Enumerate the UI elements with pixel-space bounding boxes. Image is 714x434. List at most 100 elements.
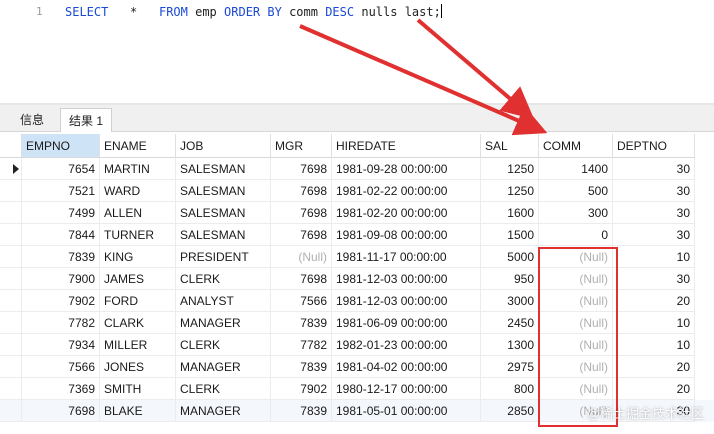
- cell-mgr[interactable]: 7698: [271, 180, 332, 202]
- cell-comm[interactable]: (Null): [539, 356, 613, 378]
- cell-job[interactable]: SALESMAN: [176, 224, 271, 246]
- table-row[interactable]: 7654 MARTIN SALESMAN 7698 1981-09-28 00:00:0…: [0, 158, 714, 180]
- cell-empno[interactable]: 7654: [22, 158, 100, 180]
- cell-mgr[interactable]: 7839: [271, 312, 332, 334]
- cell-comm[interactable]: (Null): [539, 290, 613, 312]
- cell-mgr[interactable]: 7698: [271, 202, 332, 224]
- cell-job[interactable]: MANAGER: [176, 356, 271, 378]
- cell-mgr[interactable]: (Null): [271, 246, 332, 268]
- cell-empno[interactable]: 7900: [22, 268, 100, 290]
- cell-deptno[interactable]: 20: [613, 378, 695, 400]
- cell-sal[interactable]: 2850: [481, 400, 539, 422]
- row-indicator[interactable]: [0, 202, 22, 224]
- cell-sal[interactable]: 1600: [481, 202, 539, 224]
- column-header-job[interactable]: JOB: [176, 134, 271, 158]
- row-indicator[interactable]: [0, 334, 22, 356]
- cell-comm[interactable]: (Null): [539, 246, 613, 268]
- cell-ename[interactable]: MARTIN: [100, 158, 176, 180]
- cell-comm[interactable]: (Null): [539, 378, 613, 400]
- table-row[interactable]: 7900 JAMES CLERK 7698 1981-12-03 00:00:00 950…: [0, 268, 714, 290]
- table-row[interactable]: 7698 BLAKE MANAGER 7839 1981-05-01 00:00:00 2…: [0, 400, 714, 422]
- cell-job[interactable]: CLERK: [176, 378, 271, 400]
- cell-sal[interactable]: 950: [481, 268, 539, 290]
- cell-sal[interactable]: 1300: [481, 334, 539, 356]
- row-indicator[interactable]: [0, 378, 22, 400]
- column-header-mgr[interactable]: MGR: [271, 134, 332, 158]
- cell-hiredate[interactable]: 1981-11-17 00:00:00: [332, 246, 481, 268]
- cell-job[interactable]: ANALYST: [176, 290, 271, 312]
- cell-sal[interactable]: 2450: [481, 312, 539, 334]
- cell-deptno[interactable]: 30: [613, 268, 695, 290]
- cell-deptno[interactable]: 30: [613, 180, 695, 202]
- cell-hiredate[interactable]: 1982-01-23 00:00:00: [332, 334, 481, 356]
- cell-sal[interactable]: 800: [481, 378, 539, 400]
- table-row[interactable]: 7934 MILLER CLERK 7782 1982-01-23 00:00:00 13…: [0, 334, 714, 356]
- cell-comm[interactable]: 500: [539, 180, 613, 202]
- cell-ename[interactable]: MILLER: [100, 334, 176, 356]
- tab-result-1[interactable]: 结果 1: [60, 108, 113, 132]
- cell-empno[interactable]: 7844: [22, 224, 100, 246]
- cell-sal[interactable]: 1250: [481, 158, 539, 180]
- column-header-hiredate[interactable]: HIREDATE: [332, 134, 481, 158]
- cell-ename[interactable]: JAMES: [100, 268, 176, 290]
- cell-hiredate[interactable]: 1981-02-20 00:00:00: [332, 202, 481, 224]
- cell-deptno[interactable]: 10: [613, 246, 695, 268]
- cell-hiredate[interactable]: 1981-06-09 00:00:00: [332, 312, 481, 334]
- cell-empno[interactable]: 7934: [22, 334, 100, 356]
- column-header-empno[interactable]: EMPNO: [22, 134, 100, 158]
- cell-job[interactable]: PRESIDENT: [176, 246, 271, 268]
- cell-mgr[interactable]: 7698: [271, 224, 332, 246]
- cell-sal[interactable]: 1500: [481, 224, 539, 246]
- cell-comm[interactable]: (Null): [539, 268, 613, 290]
- tab-info[interactable]: 信息: [12, 108, 52, 132]
- cell-empno[interactable]: 7902: [22, 290, 100, 312]
- sql-code-line[interactable]: SELECT * FROM emp ORDER BY comm DESC nul…: [65, 4, 442, 19]
- cell-job[interactable]: SALESMAN: [176, 202, 271, 224]
- cell-empno[interactable]: 7566: [22, 356, 100, 378]
- cell-comm[interactable]: 1400: [539, 158, 613, 180]
- cell-ename[interactable]: BLAKE: [100, 400, 176, 422]
- cell-hiredate[interactable]: 1981-04-02 00:00:00: [332, 356, 481, 378]
- cell-deptno[interactable]: 30: [613, 224, 695, 246]
- cell-deptno[interactable]: 10: [613, 334, 695, 356]
- row-indicator[interactable]: [0, 268, 22, 290]
- row-indicator[interactable]: [0, 224, 22, 246]
- row-indicator[interactable]: [0, 400, 22, 422]
- cell-comm[interactable]: (Null): [539, 400, 613, 422]
- cell-job[interactable]: SALESMAN: [176, 158, 271, 180]
- row-indicator[interactable]: [0, 246, 22, 268]
- cell-empno[interactable]: 7839: [22, 246, 100, 268]
- column-header-ename[interactable]: ENAME: [100, 134, 176, 158]
- cell-hiredate[interactable]: 1981-12-03 00:00:00: [332, 290, 481, 312]
- cell-ename[interactable]: JONES: [100, 356, 176, 378]
- cell-sal[interactable]: 2975: [481, 356, 539, 378]
- cell-empno[interactable]: 7369: [22, 378, 100, 400]
- cell-empno[interactable]: 7521: [22, 180, 100, 202]
- result-grid[interactable]: EMPNO ENAME JOB MGR HIREDATE SAL COMM DEPTNO 765…: [0, 134, 714, 434]
- cell-ename[interactable]: CLARK: [100, 312, 176, 334]
- cell-mgr[interactable]: 7566: [271, 290, 332, 312]
- cell-mgr[interactable]: 7902: [271, 378, 332, 400]
- table-row[interactable]: 7369 SMITH CLERK 7902 1980-12-17 00:00:00 800…: [0, 378, 714, 400]
- cell-job[interactable]: CLERK: [176, 334, 271, 356]
- cell-ename[interactable]: SMITH: [100, 378, 176, 400]
- row-indicator[interactable]: [0, 290, 22, 312]
- cell-mgr[interactable]: 7839: [271, 356, 332, 378]
- cell-ename[interactable]: FORD: [100, 290, 176, 312]
- cell-hiredate[interactable]: 1981-12-03 00:00:00: [332, 268, 481, 290]
- column-header-deptno[interactable]: DEPTNO: [613, 134, 695, 158]
- cell-comm[interactable]: 0: [539, 224, 613, 246]
- cell-comm[interactable]: (Null): [539, 334, 613, 356]
- table-row[interactable]: 7566 JONES MANAGER 7839 1981-04-02 00:00:00 2…: [0, 356, 714, 378]
- cell-job[interactable]: CLERK: [176, 268, 271, 290]
- table-row[interactable]: 7499 ALLEN SALESMAN 7698 1981-02-20 00:00:00…: [0, 202, 714, 224]
- cell-ename[interactable]: WARD: [100, 180, 176, 202]
- cell-empno[interactable]: 7782: [22, 312, 100, 334]
- cell-hiredate[interactable]: 1981-02-22 00:00:00: [332, 180, 481, 202]
- table-row[interactable]: 7844 TURNER SALESMAN 7698 1981-09-08 00:00:0…: [0, 224, 714, 246]
- cell-job[interactable]: MANAGER: [176, 400, 271, 422]
- cell-sal[interactable]: 5000: [481, 246, 539, 268]
- cell-comm[interactable]: (Null): [539, 312, 613, 334]
- table-row[interactable]: 7902 FORD ANALYST 7566 1981-12-03 00:00:00 30…: [0, 290, 714, 312]
- cell-sal[interactable]: 1250: [481, 180, 539, 202]
